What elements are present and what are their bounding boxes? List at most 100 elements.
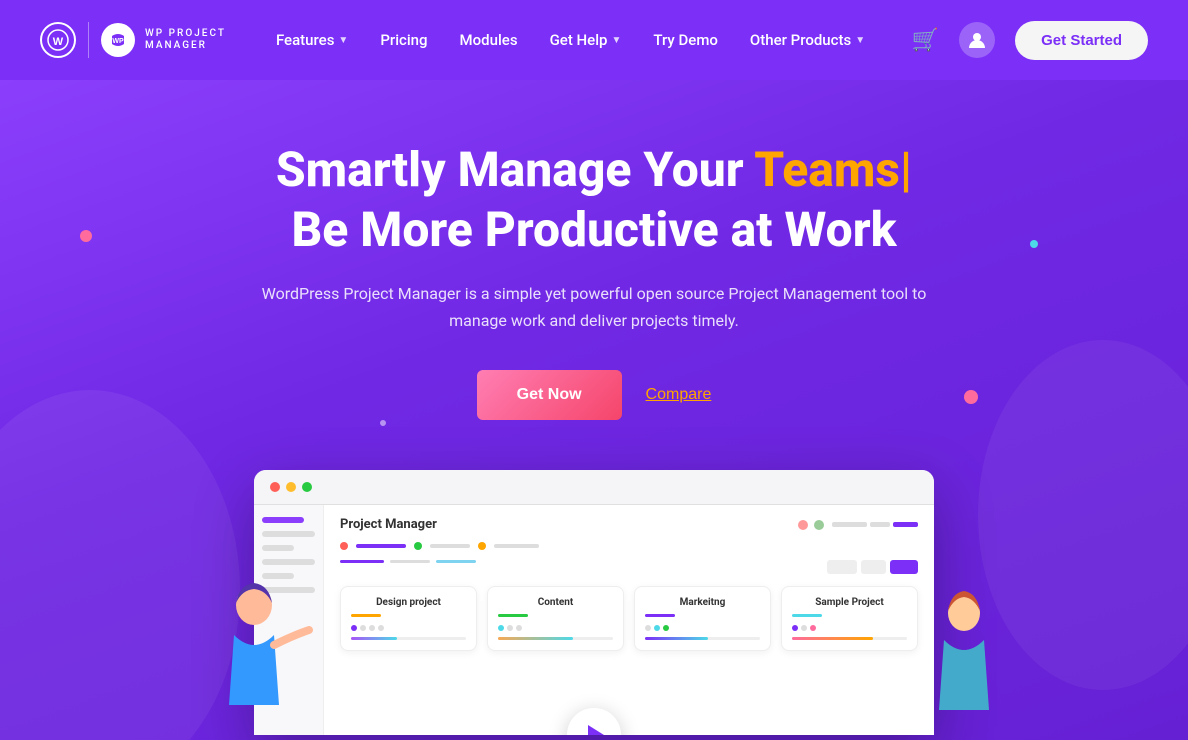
card-dot-1c <box>369 625 375 631</box>
app-titlebar <box>254 470 934 505</box>
logo-area[interactable]: W WP WP PROJECT MANAGER <box>40 22 226 58</box>
card-dots-4 <box>792 625 907 631</box>
traffic-light-yellow <box>286 482 296 492</box>
pricing-label: Pricing <box>380 31 427 49</box>
filter-tab-2 <box>436 560 476 563</box>
card-dot-1b <box>360 625 366 631</box>
decorative-dot-small <box>380 420 386 426</box>
hero-buttons: Get Now Compare <box>40 370 1148 420</box>
card-progress-4 <box>792 637 907 640</box>
logo-line2: MANAGER <box>145 40 226 52</box>
app-title-text: Project Manager <box>340 517 437 532</box>
card-progress-fill-2 <box>498 637 573 640</box>
get-help-chevron: ▼ <box>611 35 621 46</box>
card-dot-3c <box>663 625 669 631</box>
logo-divider <box>88 22 89 58</box>
card-progress-3 <box>645 637 760 640</box>
card-title-2: Content <box>498 597 613 608</box>
decorative-dot-blue-right <box>1030 240 1038 248</box>
hero-subtitle: WordPress Project Manager is a simple ye… <box>254 280 934 334</box>
app-preview: Project Manager <box>254 470 934 735</box>
app-main: Project Manager <box>324 505 934 735</box>
card-progress-fill-1 <box>351 637 397 640</box>
hero-section: Smartly Manage Your Teams| Be More Produ… <box>0 80 1188 740</box>
card-dot-3b <box>654 625 660 631</box>
sidebar-line-1 <box>262 531 315 537</box>
app-header-row: Project Manager <box>340 517 918 532</box>
hero-headline: Smartly Manage Your Teams| Be More Produ… <box>40 140 1148 260</box>
logo-line1: WP PROJECT <box>145 28 226 40</box>
logo-icon: W WP <box>40 22 135 58</box>
cart-icon[interactable]: 🛒 <box>912 28 939 53</box>
nav-features[interactable]: Features ▼ <box>276 31 348 49</box>
other-products-label: Other Products <box>750 31 851 49</box>
get-help-label: Get Help <box>550 31 608 49</box>
filter-tab-active <box>340 560 384 563</box>
card-progress-fill-4 <box>792 637 873 640</box>
card-dot-4c <box>810 625 816 631</box>
wp-logo: W <box>40 22 76 58</box>
get-now-button[interactable]: Get Now <box>477 370 622 420</box>
project-cards: Design project <box>340 586 918 651</box>
app-status-row <box>340 542 918 550</box>
status-dot-red <box>340 542 348 550</box>
decorative-dot-pink-right <box>964 390 978 404</box>
nav-links: Features ▼ Pricing Modules Get Help ▼ Tr… <box>276 31 912 49</box>
headline-part1: Smartly Manage Your <box>276 141 754 198</box>
card-bar-1 <box>351 614 381 617</box>
sidebar-line-active <box>262 517 304 523</box>
sidebar-line-2 <box>262 545 294 551</box>
card-dot-3a <box>645 625 651 631</box>
try-demo-label: Try Demo <box>653 31 718 49</box>
status-bar-1 <box>356 544 406 548</box>
card-dot-1d <box>378 625 384 631</box>
card-title-3: Markeitng <box>645 597 760 608</box>
headline-highlight: Teams| <box>754 141 912 198</box>
play-triangle-icon <box>588 725 604 735</box>
card-dots-2 <box>498 625 613 631</box>
app-preview-wrapper: Project Manager <box>254 470 934 735</box>
compare-link[interactable]: Compare <box>646 386 712 404</box>
card-bar-3 <box>645 614 675 617</box>
nav-pricing[interactable]: Pricing <box>380 31 427 49</box>
status-bar-2 <box>430 544 470 548</box>
nav-modules[interactable]: Modules <box>460 31 518 49</box>
traffic-light-green <box>302 482 312 492</box>
app-body: Project Manager <box>254 505 934 735</box>
nav-try-demo[interactable]: Try Demo <box>653 31 718 49</box>
status-dot-orange <box>478 542 486 550</box>
filter-tab-1 <box>390 560 430 563</box>
logo-text: WP PROJECT MANAGER <box>145 28 226 52</box>
headline-line2: Be More Productive at Work <box>291 201 896 258</box>
card-dots-3 <box>645 625 760 631</box>
nav-other-products[interactable]: Other Products ▼ <box>750 31 865 49</box>
nav-get-help[interactable]: Get Help ▼ <box>550 31 622 49</box>
card-dot-2a <box>498 625 504 631</box>
status-dot-green <box>414 542 422 550</box>
features-chevron: ▼ <box>338 35 348 46</box>
person-illustration-left <box>194 575 314 735</box>
get-started-button[interactable]: Get Started <box>1015 21 1148 60</box>
card-progress-1 <box>351 637 466 640</box>
project-card-3: Markeitng <box>634 586 771 651</box>
navbar: W WP WP PROJECT MANAGER Features ▼ Prici… <box>0 0 1188 80</box>
other-products-chevron: ▼ <box>855 35 865 46</box>
svg-text:W: W <box>53 36 64 48</box>
decorative-dot-pink-left <box>80 230 92 242</box>
card-progress-fill-3 <box>645 637 708 640</box>
modules-label: Modules <box>460 31 518 49</box>
user-icon[interactable] <box>959 22 995 58</box>
status-bar-3 <box>494 544 539 548</box>
card-title-1: Design project <box>351 597 466 608</box>
card-dot-2b <box>507 625 513 631</box>
card-dot-1a <box>351 625 357 631</box>
traffic-light-red <box>270 482 280 492</box>
pm-logo: WP <box>101 23 135 57</box>
card-title-4: Sample Project <box>792 597 907 608</box>
svg-text:WP: WP <box>112 38 124 45</box>
card-dots-1 <box>351 625 466 631</box>
features-label: Features <box>276 31 334 49</box>
app-filter-row <box>340 560 918 574</box>
card-dot-4b <box>801 625 807 631</box>
project-card-1: Design project <box>340 586 477 651</box>
